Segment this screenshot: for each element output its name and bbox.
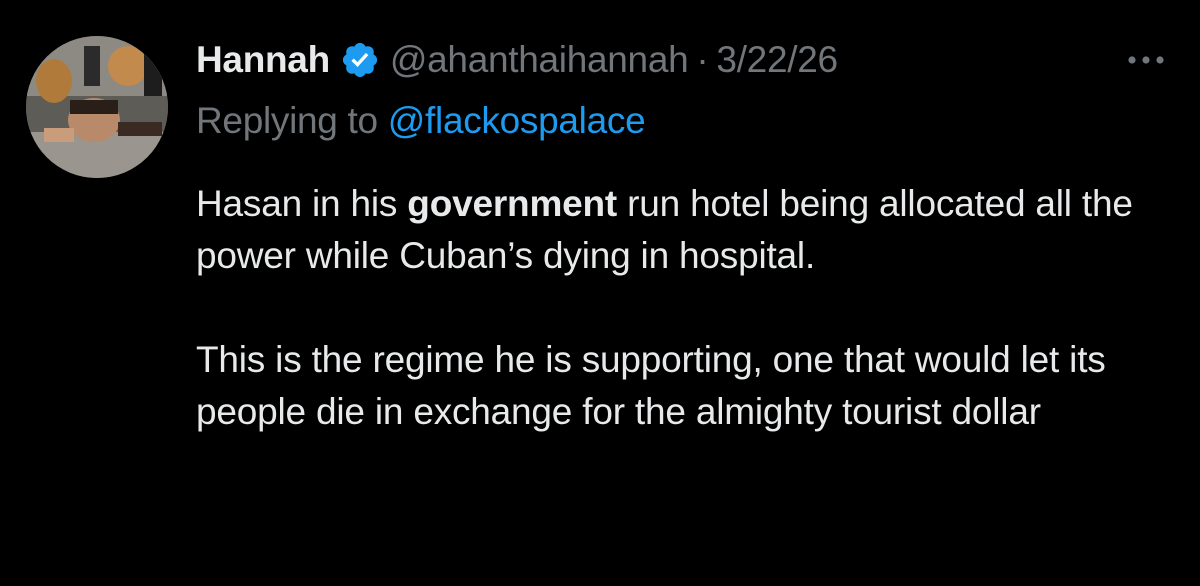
tweet-paragraph-1: Hasan in his government run hotel being … <box>196 178 1186 282</box>
more-options-icon[interactable] <box>1124 50 1168 70</box>
replying-to-label: Replying to <box>196 100 378 141</box>
tweet-date[interactable]: 3/22/26 <box>716 39 838 81</box>
separator-dot: · <box>696 39 709 80</box>
verified-badge-icon <box>340 40 380 80</box>
tweet[interactable]: Hannah @ahanthaihannah · 3/22/26 Replyin… <box>0 0 1200 586</box>
tweet-text-start: Hasan in his <box>196 183 408 224</box>
tweet-text-bold: government <box>407 183 618 224</box>
avatar[interactable] <box>26 36 168 178</box>
reply-target-link[interactable]: @flackospalace <box>388 100 646 141</box>
replying-to: Replying to @flackospalace <box>196 100 646 142</box>
author-handle[interactable]: @ahanthaihannah <box>390 39 689 81</box>
author-display-name[interactable]: Hannah <box>196 39 330 81</box>
avatar-photo <box>26 36 168 178</box>
tweet-header: Hannah @ahanthaihannah · 3/22/26 <box>196 34 838 86</box>
tweet-paragraph-2: This is the regime he is supporting, one… <box>196 339 1106 432</box>
tweet-body: Hasan in his government run hotel being … <box>196 178 1186 438</box>
